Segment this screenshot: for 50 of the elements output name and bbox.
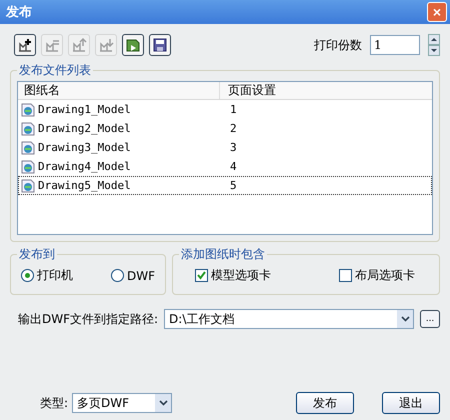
sheet-name: Drawing4_Model	[38, 160, 132, 173]
caret-icon	[400, 316, 410, 322]
type-dropdown[interactable]: 多页DWF	[72, 393, 172, 413]
exit-button[interactable]: 退出	[382, 392, 440, 414]
drawing-file-icon	[21, 160, 35, 174]
sheet-row[interactable]: Drawing5_Model 5	[18, 176, 432, 195]
copies-spinner[interactable]	[428, 34, 440, 56]
drawing-file-icon	[21, 122, 35, 136]
group-title: 发布文件列表	[18, 62, 92, 79]
sheet-name: Drawing3_Model	[38, 141, 132, 154]
output-path-dropdown[interactable]: D:\工作文档	[164, 309, 414, 329]
drawing-file-icon	[21, 102, 35, 116]
browse-button[interactable]: ...	[420, 310, 440, 328]
copies-field[interactable]: 1	[370, 35, 420, 55]
sheet-row[interactable]: Drawing3_Model 3	[18, 138, 432, 157]
toolbar-add-button[interactable]	[14, 34, 36, 56]
sheet-name: Drawing1_Model	[38, 103, 132, 116]
toolbar-save-button[interactable]	[149, 34, 171, 56]
page-setup: 3	[229, 141, 238, 154]
copies-label: 打印份数	[314, 36, 362, 54]
output-path-label: 输出DWF文件到指定路径:	[18, 310, 158, 328]
sheet-row[interactable]: Drawing2_Model 2	[18, 119, 432, 138]
sheet-row[interactable]: Drawing4_Model 4	[18, 157, 432, 176]
sheet-name: Drawing5_Model	[38, 179, 132, 192]
drawing-file-icon	[21, 140, 35, 154]
checkbox-option[interactable]: 布局选项卡	[339, 267, 415, 284]
window-title: 发布	[6, 4, 32, 21]
sheet-icon	[71, 37, 87, 53]
publish-button[interactable]: 发布	[296, 392, 354, 414]
check-icon	[196, 270, 207, 281]
group-title: 发布到	[18, 246, 56, 263]
page-setup: 4	[229, 160, 238, 173]
play-page-icon	[125, 37, 141, 53]
drawing-file-icon	[21, 178, 35, 192]
page-setup: 1	[229, 103, 238, 116]
toolbar-preview-button[interactable]	[122, 34, 144, 56]
sheet-icon	[98, 37, 114, 53]
caret-icon	[158, 400, 168, 406]
column-header[interactable]: 图纸名	[18, 82, 219, 99]
sheet-icon	[17, 37, 33, 53]
group-title: 添加图纸时包含	[180, 246, 266, 263]
page-setup: 2	[229, 122, 238, 135]
page-setup: 5	[229, 179, 238, 192]
column-header[interactable]: 页面设置	[219, 82, 432, 99]
type-label: 类型:	[40, 394, 68, 412]
sheet-name: Drawing2_Model	[38, 122, 132, 135]
checkbox-option[interactable]: 模型选项卡	[195, 267, 271, 284]
radio-option[interactable]: 打印机	[21, 267, 73, 284]
sheet-row[interactable]: Drawing1_Model 1	[18, 100, 432, 119]
radio-option[interactable]: DWF	[110, 267, 155, 284]
